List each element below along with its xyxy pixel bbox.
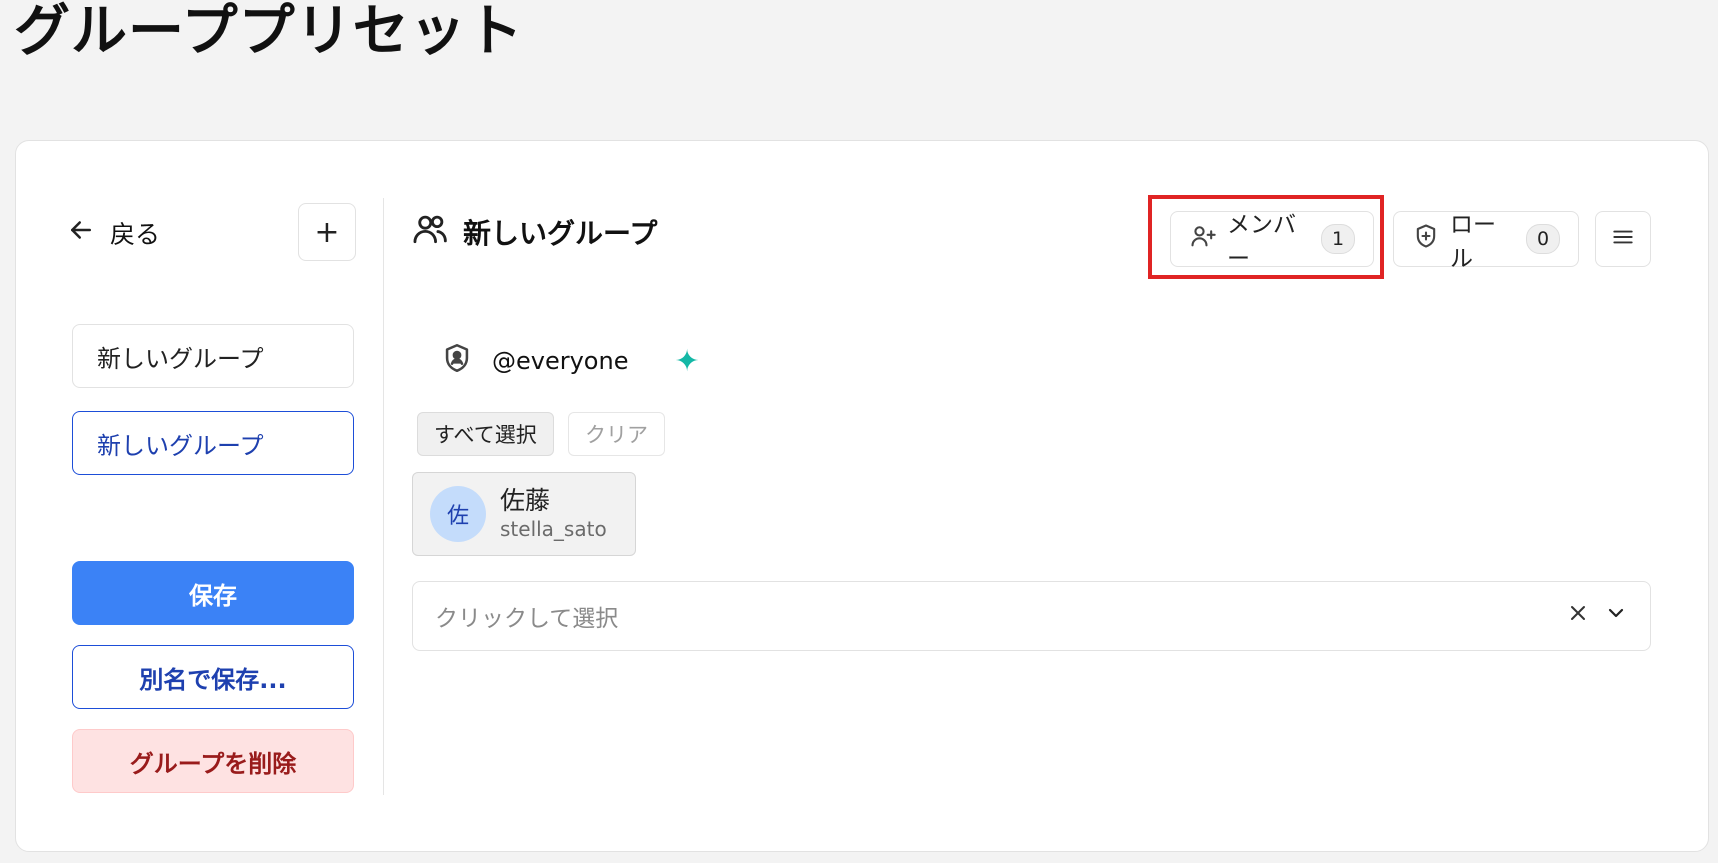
roles-count-badge: 0 xyxy=(1526,224,1560,254)
member-select-placeholder: クリックして選択 xyxy=(435,606,619,632)
group-header: 新しいグループ xyxy=(411,210,657,254)
save-as-button[interactable]: 別名で保存... xyxy=(72,645,354,709)
arrow-left-icon xyxy=(66,215,96,251)
shield-user-icon xyxy=(440,341,474,381)
member-select[interactable]: クリックして選択 xyxy=(412,581,1651,651)
clear-button[interactable]: クリア xyxy=(568,412,665,456)
page-title: グループプリセット xyxy=(14,0,524,64)
chevron-down-icon[interactable] xyxy=(1604,601,1628,631)
member-name: 佐藤 xyxy=(500,486,551,515)
menu-button[interactable] xyxy=(1595,211,1651,267)
preset-item-selected[interactable]: 新しいグループ xyxy=(72,411,354,475)
role-name: @everyone xyxy=(492,347,629,375)
delete-group-button[interactable]: グループを削除 xyxy=(72,729,354,793)
highlight-box xyxy=(1148,195,1384,279)
avatar: 佐 xyxy=(430,486,486,542)
group-title: 新しいグループ xyxy=(463,217,658,250)
panel-divider xyxy=(383,198,384,795)
role-row: @everyone ✦ xyxy=(440,339,700,383)
back-label: 戻る xyxy=(110,220,161,249)
member-info: 佐藤 stella_sato xyxy=(500,486,607,542)
clear-selection-icon[interactable] xyxy=(1566,601,1590,631)
back-button[interactable]: 戻る xyxy=(66,203,226,263)
preset-item[interactable]: 新しいグループ xyxy=(72,324,354,388)
save-button[interactable]: 保存 xyxy=(72,561,354,625)
hamburger-icon xyxy=(1610,224,1636,254)
users-icon xyxy=(411,210,449,255)
member-chip[interactable]: 佐 佐藤 stella_sato xyxy=(412,472,636,556)
shield-plus-icon xyxy=(1412,222,1440,256)
select-all-button[interactable]: すべて選択 xyxy=(417,412,554,456)
tab-roles[interactable]: ロール 0 xyxy=(1393,211,1579,272)
tab-roles-label: ロール xyxy=(1450,212,1496,272)
sparkle-icon: ✦ xyxy=(674,343,700,379)
member-handle: stella_sato xyxy=(500,517,607,541)
add-preset-button[interactable]: + xyxy=(298,203,356,261)
